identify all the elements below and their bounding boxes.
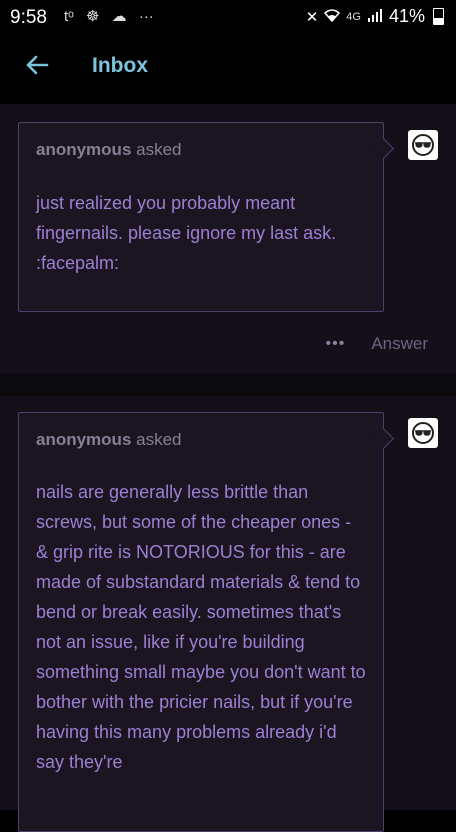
app-header: Inbox [0, 34, 456, 104]
page-title: Inbox [92, 54, 148, 77]
battery-percent: 41% [388, 6, 425, 26]
avatar[interactable] [408, 418, 438, 448]
question-text: nails are generally less brittle than sc… [36, 482, 366, 772]
more-dots-icon: ··· [138, 8, 154, 25]
signal-icon [367, 6, 383, 27]
more-options-button[interactable]: ••• [326, 335, 346, 353]
sunglasses-avatar-icon [412, 134, 434, 156]
asker-line: anonymous asked [36, 430, 182, 450]
messenger-icon: tᵒ [64, 8, 74, 25]
wifi-icon [324, 6, 341, 27]
status-time: 9:58 [10, 7, 47, 28]
inbox-message: anonymous asked nails are generally less… [0, 396, 456, 832]
question-text: just realized you probably meant fingern… [36, 193, 337, 273]
gamepad-icon: ☸ [86, 8, 100, 25]
battery-icon [433, 8, 444, 25]
answer-button[interactable]: Answer [371, 334, 428, 354]
bubble-tail [372, 137, 395, 160]
question-bubble: anonymous asked just realized you probab… [18, 122, 395, 312]
asker-line: anonymous asked [36, 140, 182, 160]
status-bar: 9:58 tᵒ ☸ ☁ ··· ✕ 4G 41% [0, 0, 456, 34]
message-actions: ••• Answer [326, 332, 429, 356]
sunglasses-avatar-icon [412, 422, 434, 444]
message-divider [0, 374, 456, 396]
notification-icons: tᵒ ☸ ☁ ··· [64, 7, 162, 25]
arrow-left-icon [26, 55, 49, 75]
asker-name[interactable]: anonymous [36, 430, 131, 449]
back-button[interactable] [22, 50, 52, 80]
asked-label: asked [136, 140, 182, 159]
network-type: 4G [346, 10, 361, 23]
asker-name[interactable]: anonymous [36, 140, 131, 159]
cloud-icon: ☁ [111, 8, 127, 25]
avatar[interactable] [408, 130, 438, 160]
question-bubble: anonymous asked nails are generally less… [18, 412, 395, 832]
bubble-tail [372, 427, 395, 450]
system-icons: ✕ 4G 41% [306, 6, 444, 27]
mute-icon: ✕ [305, 8, 319, 26]
asked-label: asked [136, 430, 182, 449]
inbox-message: anonymous asked just realized you probab… [0, 104, 456, 374]
